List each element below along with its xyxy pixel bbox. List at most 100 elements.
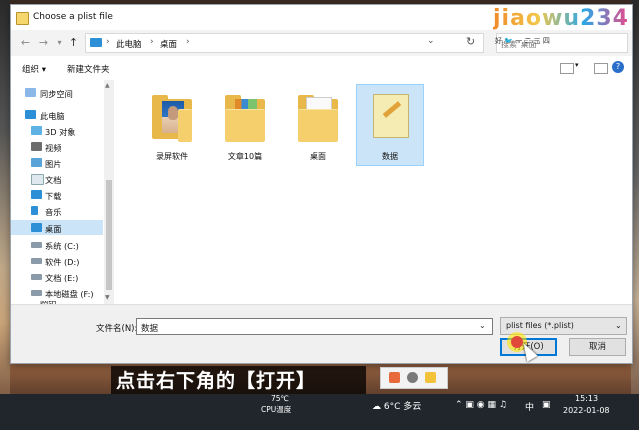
drive-icon — [31, 242, 42, 248]
gear-icon[interactable] — [407, 372, 418, 383]
back-arrow-icon[interactable]: ← — [19, 36, 32, 50]
cube-icon — [31, 126, 42, 135]
sidebar-item-downloads[interactable]: 下载 — [11, 187, 103, 202]
scroll-down-icon[interactable]: ▼ — [105, 294, 110, 301]
sidebar-item-label: 视频 — [45, 143, 62, 153]
folder-icon — [152, 95, 192, 142]
watermark: jiaowu234 好 🐦 一 二 三 四 — [493, 6, 633, 46]
weather-widget[interactable]: ☁ 6°C 多云 — [372, 399, 421, 412]
sidebar-item-drive-c[interactable]: 系统 (C:) — [11, 237, 103, 252]
clock-date[interactable]: 2022-01-08 — [563, 406, 610, 415]
video-subtitle: 点击右下角的【打开】 — [116, 370, 317, 392]
sidebar-item-label: 音乐 — [45, 207, 62, 217]
drive-icon — [31, 274, 42, 280]
scroll-up-icon[interactable]: ▲ — [105, 82, 110, 89]
help-icon[interactable]: ? — [612, 61, 624, 73]
weather-text: 6°C 多云 — [383, 402, 422, 412]
tray-icons[interactable]: ⌃ ▣ ◉ ▦ ♫ — [455, 400, 507, 410]
filename-input[interactable]: 数据 — [136, 318, 493, 335]
sidebar-item-drive-d[interactable]: 软件 (D:) — [11, 253, 103, 268]
breadcrumb-desktop[interactable]: 桌面 — [160, 38, 177, 50]
music-icon — [31, 206, 38, 215]
sidebar-item-label: 本地磁盘 (F:) — [45, 289, 94, 299]
sidebar-item-drive-f[interactable]: 本地磁盘 (F:) — [11, 285, 103, 300]
sidebar-item-label: 同步空间 — [40, 89, 73, 99]
sidebar-item-videos[interactable]: 视频 — [11, 139, 103, 154]
taskbar: 75℃ CPU温度 ☁ 6°C 多云 ⌃ ▣ ◉ ▦ ♫ 中 ▣ 15:13 2… — [0, 394, 639, 430]
file-list: 录屏软件 文章10篇 桌面 数据 — [114, 80, 632, 304]
sidebar-scrollbar[interactable]: ▲ ▼ — [104, 80, 114, 304]
notification-icon[interactable]: ▣ — [542, 400, 551, 410]
file-item-articles-folder[interactable]: 文章10篇 — [212, 85, 278, 165]
file-item-label: 桌面 — [310, 152, 326, 161]
drive-icon — [31, 290, 42, 296]
drive-icon — [31, 258, 42, 264]
sidebar-item-music[interactable]: 音乐 — [11, 203, 103, 218]
app-tray-icon[interactable] — [389, 372, 400, 383]
command-bar: 组织 ▾ 新建文件夹 ▾ ? — [11, 56, 632, 80]
preview-pane-icon[interactable] — [594, 63, 608, 74]
sidebar-item-label: 系统 (C:) — [45, 241, 79, 251]
sidebar-item-pictures[interactable]: 图片 — [11, 155, 103, 170]
sidebar-item-label: 软件 (D:) — [45, 257, 80, 267]
file-item-label: 录屏软件 — [156, 152, 188, 161]
file-open-dialog: Choose a plist file ← → ▾ ↑ › 此电脑 › 桌面 ›… — [10, 4, 633, 364]
watermark-subtext: 好 🐦 一 二 三 四 — [495, 37, 550, 45]
new-folder-button[interactable]: 新建文件夹 — [67, 63, 110, 75]
sidebar-item-label: 文档 (E:) — [45, 273, 79, 283]
sidebar-item-label: 此电脑 — [40, 111, 65, 121]
filename-label: 文件名(N): — [96, 324, 138, 334]
clock-time[interactable]: 15:13 — [575, 394, 598, 403]
recent-dropdown-icon[interactable]: ▾ — [53, 36, 66, 50]
sidebar-item-documents[interactable]: 文档 — [11, 171, 103, 186]
scrollbar-thumb[interactable] — [106, 180, 112, 290]
lightning-icon[interactable] — [425, 372, 436, 383]
chevron-right-icon: › — [186, 37, 190, 47]
breadcrumb-this-pc[interactable]: 此电脑 — [116, 38, 142, 50]
filename-dropdown-icon[interactable]: ⌄ — [479, 321, 486, 330]
chevron-right-icon: › — [106, 37, 110, 47]
plist-file-icon — [373, 94, 409, 138]
filetype-value: plist files (*.plist) — [506, 321, 574, 330]
sidebar-item-this-pc[interactable]: 此电脑 — [11, 107, 103, 122]
file-item-data-plist[interactable]: 数据 — [356, 84, 424, 166]
cpu-temperature: 75℃ — [271, 394, 289, 403]
document-icon — [31, 174, 44, 185]
file-item-label: 文章10篇 — [227, 152, 263, 161]
address-bar[interactable]: › 此电脑 › 桌面 › ⌄ ↻ — [85, 33, 484, 53]
download-icon — [31, 190, 42, 199]
dialog-footer: 文件名(N): 数据 ⌄ plist files (*.plist) ⌄ 打开(… — [11, 304, 632, 363]
cancel-button[interactable]: 取消 — [569, 338, 626, 356]
file-item-label: 数据 — [382, 152, 398, 161]
sidebar-item-label: 3D 对象 — [45, 127, 76, 137]
chevron-down-icon: ⌄ — [615, 321, 622, 330]
refresh-icon[interactable]: ↻ — [466, 35, 475, 48]
cpu-temperature-label: CPU温度 — [261, 405, 292, 414]
organize-button[interactable]: 组织 ▾ — [22, 63, 46, 75]
tray-popup — [380, 367, 448, 389]
window-title: Choose a plist file — [33, 12, 113, 22]
up-arrow-icon[interactable]: ↑ — [67, 36, 80, 50]
folder-icon — [225, 95, 265, 142]
picture-icon — [31, 158, 42, 167]
view-options-icon[interactable] — [560, 63, 574, 74]
file-item-recorder-folder[interactable]: 录屏软件 — [139, 85, 205, 165]
file-item-desktop-folder[interactable]: 桌面 — [285, 85, 351, 165]
filetype-select[interactable]: plist files (*.plist) ⌄ — [500, 317, 627, 335]
filename-value: 数据 — [141, 324, 159, 334]
sidebar-item-label: 下载 — [45, 191, 62, 201]
sidebar-item-label: 图片 — [45, 159, 62, 169]
cloud-icon — [25, 88, 36, 97]
ime-indicator[interactable]: 中 — [525, 400, 534, 413]
sidebar-item-3d-objects[interactable]: 3D 对象 — [11, 123, 103, 138]
view-dropdown-icon[interactable]: ▾ — [575, 61, 579, 69]
sidebar-item-drive-e[interactable]: 文档 (E:) — [11, 269, 103, 284]
address-dropdown-icon[interactable]: ⌄ — [427, 36, 435, 46]
sidebar-item-sync-space[interactable]: 同步空间 — [11, 85, 103, 100]
desktop-icon — [31, 223, 42, 232]
folder-icon — [298, 95, 338, 142]
forward-arrow-icon[interactable]: → — [37, 36, 50, 50]
sidebar-item-desktop[interactable]: 桌面 — [11, 220, 103, 235]
desktop-background-left — [0, 0, 10, 430]
chevron-right-icon: › — [150, 37, 154, 47]
